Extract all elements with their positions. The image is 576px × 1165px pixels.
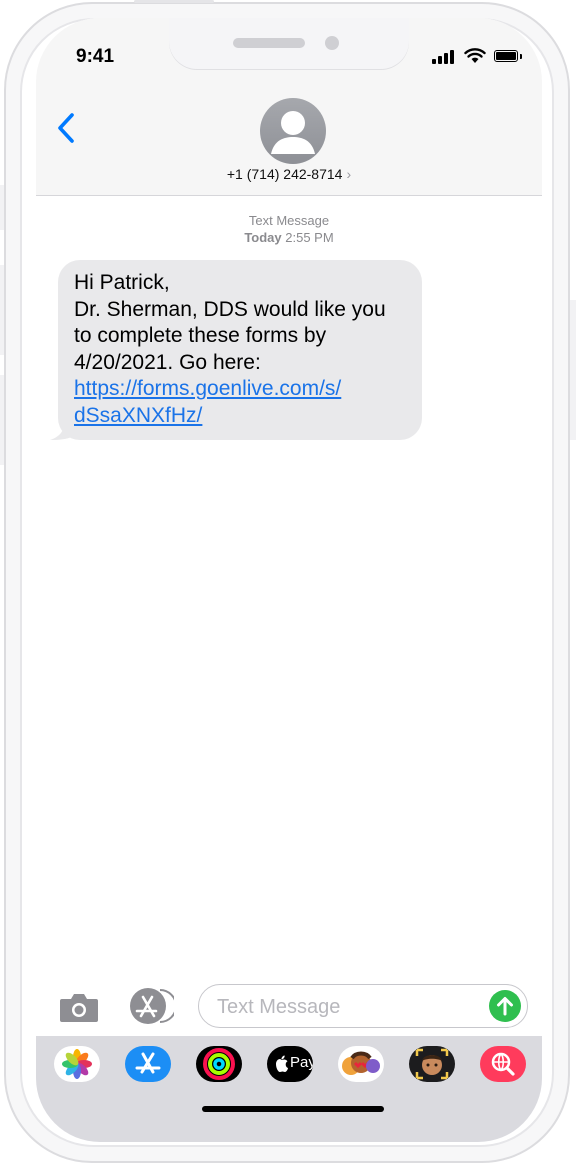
side-button bbox=[134, 0, 214, 3]
message-line: to complete these forms by bbox=[74, 324, 327, 347]
thread-service-label: Text Message bbox=[36, 213, 542, 228]
wifi-icon bbox=[464, 48, 486, 63]
arrow-up-icon bbox=[497, 997, 513, 1016]
send-button[interactable] bbox=[489, 990, 521, 1022]
battery-tip bbox=[520, 54, 522, 59]
battery-icon bbox=[494, 50, 518, 62]
message-line: Dr. Sherman, DDS would like you bbox=[74, 297, 386, 321]
signal-bar-2 bbox=[438, 56, 442, 64]
apple-pay-label: Pay bbox=[290, 1054, 313, 1071]
incoming-message-bubble[interactable]: Hi Patrick, Dr. Sherman, DDS would like … bbox=[58, 260, 422, 440]
signal-bar-1 bbox=[432, 59, 436, 64]
activity-rings-icon bbox=[203, 1048, 235, 1080]
memoji-icon[interactable] bbox=[409, 1046, 455, 1082]
forms-link-line-2: dSsaXNXfHz/ bbox=[74, 403, 203, 427]
web-search-icon[interactable] bbox=[480, 1046, 526, 1082]
status-icons bbox=[432, 48, 522, 64]
contact-number-row[interactable]: +1 (714) 242-8714 › bbox=[36, 166, 542, 182]
animoji-icon[interactable] bbox=[338, 1046, 384, 1082]
contact-avatar[interactable] bbox=[260, 98, 326, 164]
photos-icon[interactable] bbox=[54, 1046, 100, 1082]
signal-bar-4 bbox=[450, 50, 454, 64]
app-store-a-icon bbox=[135, 1052, 161, 1074]
contact-number: +1 (714) 242-8714 bbox=[226, 166, 343, 182]
apple-pay-icon[interactable]: Pay bbox=[267, 1046, 313, 1082]
message-line: 4/20/2021. Go here: bbox=[74, 350, 261, 374]
thread-timestamp: Today 2:55 PM bbox=[36, 230, 542, 245]
memoji-face-icon bbox=[415, 1048, 449, 1080]
activity-icon[interactable] bbox=[196, 1046, 242, 1082]
thread-time: 2:55 PM bbox=[285, 230, 334, 245]
status-time: 9:41 bbox=[76, 46, 115, 67]
person-silhouette-icon bbox=[271, 111, 315, 154]
photos-flower-icon bbox=[62, 1049, 92, 1079]
app-store-icon[interactable] bbox=[125, 1046, 171, 1082]
screen: 9:41 +1 (714) 242-8714 › Text Message To… bbox=[36, 18, 542, 1142]
forms-link-line-1: https://forms.goenlive.com/s/ bbox=[74, 377, 342, 400]
message-line: Hi Patrick, bbox=[74, 271, 170, 294]
front-camera bbox=[325, 36, 339, 50]
thread-day: Today bbox=[244, 230, 282, 245]
back-chevron-icon[interactable] bbox=[54, 110, 80, 146]
thread-service-text: Text Message bbox=[248, 213, 330, 228]
animoji-faces-icon bbox=[342, 1051, 380, 1075]
home-indicator[interactable] bbox=[202, 1106, 384, 1112]
signal-bar-3 bbox=[444, 53, 448, 64]
message-input[interactable] bbox=[215, 993, 479, 1021]
message-text-field[interactable] bbox=[198, 984, 528, 1028]
speaker-grille bbox=[233, 38, 305, 48]
contact-chevron-icon: › bbox=[346, 166, 352, 182]
imessage-app-drawer: Pay bbox=[36, 1036, 542, 1142]
camera-icon[interactable] bbox=[58, 992, 100, 1024]
composer-row bbox=[36, 980, 542, 1034]
forms-link[interactable]: https://forms.goenlive.com/s/ dSsaXNXfHz… bbox=[74, 376, 406, 429]
globe-search-icon bbox=[491, 1052, 515, 1076]
app-store-toggle-icon[interactable] bbox=[126, 986, 174, 1026]
